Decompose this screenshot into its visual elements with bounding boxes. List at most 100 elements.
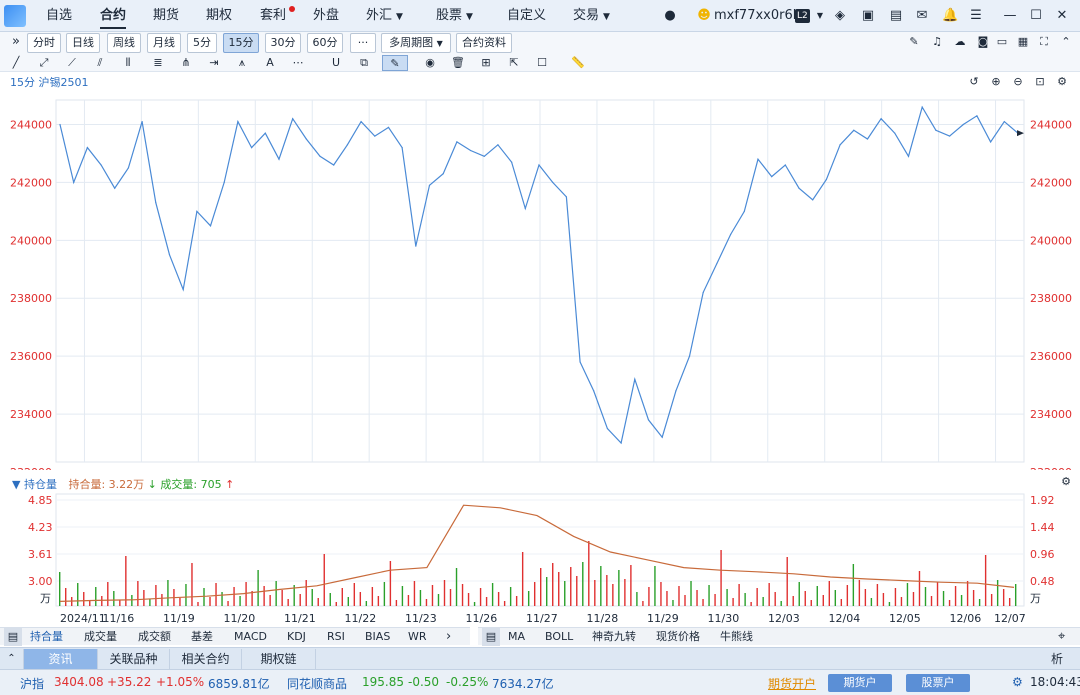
collapse-icon[interactable]: ⌃: [1058, 34, 1074, 50]
tab-bull-bear[interactable]: 牛熊线: [720, 628, 753, 646]
username[interactable]: mxf77xx0r6b: [714, 0, 801, 32]
settings-icon[interactable]: ⚙: [1054, 74, 1070, 90]
open-account-link[interactable]: 期货开户: [768, 675, 816, 692]
futures-account-button[interactable]: 期货户: [828, 674, 892, 692]
more-tools-icon[interactable]: ⋯: [290, 55, 306, 71]
tab-option-chain[interactable]: 期权链: [242, 649, 316, 669]
minimize-icon[interactable]: —: [1002, 8, 1018, 24]
index1-name[interactable]: 沪指: [20, 675, 44, 692]
tab-bias[interactable]: BIAS: [365, 628, 390, 646]
tab-ma[interactable]: MA: [508, 628, 525, 646]
mail-icon[interactable]: ✉: [914, 8, 930, 24]
panel-icon[interactable]: ▤: [4, 628, 22, 646]
layers-icon[interactable]: ⧉: [356, 55, 372, 71]
tab-related-contracts[interactable]: 相关合约: [170, 649, 242, 669]
layers-icon[interactable]: ◈: [832, 8, 848, 24]
period-button[interactable]: 5分: [187, 33, 217, 53]
magnet-icon[interactable]: U: [328, 55, 344, 71]
ruler-icon[interactable]: 📏: [570, 55, 586, 71]
maximize-icon[interactable]: ☐: [1028, 8, 1044, 24]
camera-icon[interactable]: ◙: [975, 34, 991, 50]
expand-sidebar-button[interactable]: »: [8, 33, 24, 53]
copy-icon[interactable]: ▭: [994, 34, 1010, 50]
menu-item-watchlist[interactable]: 自选: [46, 0, 72, 32]
menu-item-forex[interactable]: 外汇 ▼: [366, 0, 403, 32]
multi-period-button[interactable]: 多周期图 ▼: [381, 33, 451, 53]
analysis-button[interactable]: 析: [1040, 649, 1074, 669]
settings-icon[interactable]: ⚙: [1012, 675, 1023, 689]
more-button[interactable]: ···: [350, 33, 376, 53]
undo-icon[interactable]: ↺: [966, 74, 982, 90]
menu-item-futures[interactable]: 期货: [153, 0, 179, 32]
menu-item-custom[interactable]: 自定义: [507, 0, 546, 32]
menu-item-trade[interactable]: 交易 ▼: [573, 0, 610, 32]
period-button[interactable]: 60分: [307, 33, 343, 53]
zoom-in-icon[interactable]: ⊕: [988, 74, 1004, 90]
draw-mode-icon[interactable]: ✎: [382, 55, 408, 71]
ray-tool-icon[interactable]: ⤢: [36, 55, 52, 71]
menu-item-arbitrage[interactable]: 套利: [260, 0, 286, 32]
gann-tool-icon[interactable]: ⋔: [178, 55, 194, 71]
panel-icon[interactable]: ▤: [482, 628, 500, 646]
menu-icon[interactable]: ☰: [968, 8, 984, 24]
menu-item-contract[interactable]: 合约: [100, 0, 127, 32]
close-icon[interactable]: ✕: [1054, 8, 1070, 24]
tab-wr[interactable]: WR: [408, 628, 427, 646]
trend-tool-icon[interactable]: ⟋: [64, 55, 80, 71]
pencil-icon[interactable]: ✎: [906, 34, 922, 50]
period-button[interactable]: 30分: [265, 33, 301, 53]
zoom-out-icon[interactable]: ⊖: [1010, 74, 1026, 90]
tab-kdj[interactable]: KDJ: [287, 628, 306, 646]
trash-icon[interactable]: 🗑: [450, 55, 466, 71]
location-icon[interactable]: ⌖: [1058, 628, 1065, 646]
pitchfork-tool-icon[interactable]: ⩚: [234, 55, 250, 71]
comment-icon[interactable]: ☐: [534, 55, 550, 71]
tab-related-products[interactable]: 关联品种: [98, 649, 170, 669]
price-chart[interactable]: 232000 232000 234000 234000 236000 236000 2380…: [0, 92, 1080, 470]
fib-tool-icon[interactable]: ≣: [150, 55, 166, 71]
period-button-active[interactable]: 15分: [223, 33, 259, 53]
open-interest-chart[interactable]: 4.85 4.23 3.61 3.00 1.92 1.44 0.96 0.48 万 万 2024/1…: [0, 490, 1080, 626]
crosshair-icon[interactable]: ⊡: [1032, 74, 1048, 90]
layout-icon[interactable]: ▦: [1015, 34, 1031, 50]
period-button[interactable]: 月线: [147, 33, 181, 53]
tab-turnover[interactable]: 成交额: [138, 628, 171, 646]
export-icon[interactable]: ⇱: [506, 55, 522, 71]
tv-icon[interactable]: ▤: [888, 8, 904, 24]
candles-tool-icon[interactable]: ⦀: [120, 55, 136, 71]
alert-icon[interactable]: ♫: [929, 34, 945, 50]
settings-icon[interactable]: ⚙: [1058, 474, 1074, 490]
window-icon[interactable]: ▣: [860, 8, 876, 24]
tab-volume[interactable]: 成交量: [84, 628, 117, 646]
period-button[interactable]: 周线: [107, 33, 141, 53]
contract-info-button[interactable]: 合约资料: [456, 33, 512, 53]
period-button[interactable]: 日线: [66, 33, 100, 53]
tab-macd[interactable]: MACD: [234, 628, 267, 646]
chevron-right-icon[interactable]: ›: [446, 628, 451, 646]
group-icon[interactable]: ⊞: [478, 55, 494, 71]
tab-news[interactable]: 资讯: [24, 649, 98, 669]
tab-open-interest[interactable]: 持合量: [30, 628, 63, 646]
channel-tool-icon[interactable]: ⫽: [92, 55, 108, 71]
eye-icon[interactable]: ◉: [422, 55, 438, 71]
collapse-icon[interactable]: ⌃: [0, 649, 24, 669]
line-tool-icon[interactable]: ╱: [8, 55, 24, 71]
text-tool-icon[interactable]: A: [262, 55, 278, 71]
chevron-down-icon[interactable]: ▼: [812, 8, 828, 24]
tab-basis[interactable]: 基差: [191, 628, 213, 646]
tab-rsi[interactable]: RSI: [327, 628, 345, 646]
stock-account-button[interactable]: 股票户: [906, 674, 970, 692]
cloud-icon[interactable]: ☁: [952, 34, 968, 50]
fullscreen-icon[interactable]: ⛶: [1036, 34, 1052, 50]
robot-icon[interactable]: ●: [662, 8, 678, 24]
range-tool-icon[interactable]: ⇥: [206, 55, 222, 71]
tab-boll[interactable]: BOLL: [545, 628, 573, 646]
menu-item-options[interactable]: 期权: [206, 0, 232, 32]
index2-name[interactable]: 同花顺商品: [287, 675, 347, 692]
menu-item-foreign-market[interactable]: 外盘: [313, 0, 339, 32]
bell-icon[interactable]: 🔔: [942, 8, 958, 24]
user-avatar-icon[interactable]: ☻: [696, 8, 712, 24]
menu-item-stocks[interactable]: 股票 ▼: [436, 0, 473, 32]
tab-magic-nine[interactable]: 神奇九转: [592, 628, 636, 646]
tab-spot-price[interactable]: 现货价格: [656, 628, 700, 646]
